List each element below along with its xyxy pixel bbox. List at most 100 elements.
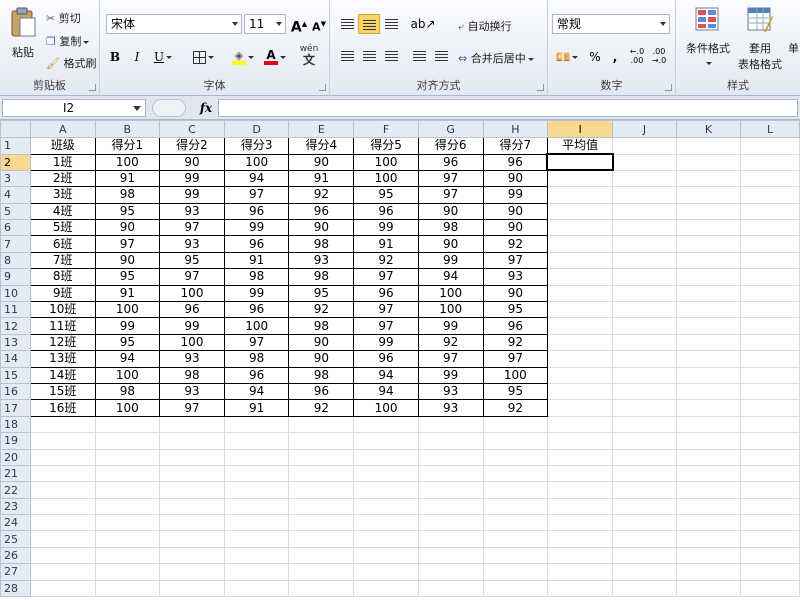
cell-h21[interactable] — [482, 464, 548, 483]
cell-i20[interactable] — [546, 448, 614, 466]
align-bottom-button[interactable] — [380, 14, 402, 34]
cell-g23[interactable] — [417, 497, 484, 516]
cell-j13[interactable] — [612, 333, 677, 352]
cell-d4[interactable]: 97 — [224, 186, 290, 204]
cell-g3[interactable]: 97 — [417, 169, 484, 188]
increase-decimal-button[interactable]: ←.0.00 — [626, 47, 648, 67]
cell-h19[interactable] — [482, 432, 548, 450]
cell-h7[interactable]: 92 — [482, 235, 548, 253]
cell-d15[interactable]: 96 — [224, 366, 290, 384]
cell-h11[interactable]: 95 — [482, 301, 548, 319]
cell-f13[interactable]: 99 — [353, 333, 419, 352]
cell-f7[interactable]: 91 — [353, 235, 419, 253]
cell-e18[interactable] — [288, 415, 355, 434]
cell-d11[interactable]: 96 — [224, 301, 290, 319]
cell-b4[interactable]: 98 — [94, 186, 160, 204]
cell-k26[interactable] — [675, 546, 742, 565]
cell-e14[interactable]: 90 — [288, 350, 355, 368]
cell-i22[interactable] — [546, 481, 614, 499]
cell-g19[interactable] — [417, 432, 484, 450]
cell-f22[interactable] — [353, 481, 419, 499]
cell-k19[interactable] — [675, 432, 742, 450]
cell-j22[interactable] — [612, 481, 677, 499]
cell-k17[interactable] — [675, 399, 742, 417]
cell-c11[interactable]: 96 — [158, 301, 226, 319]
cell-j28[interactable] — [612, 579, 677, 598]
cell-j19[interactable] — [612, 432, 677, 450]
cell-e3[interactable]: 91 — [288, 169, 355, 188]
select-all-corner[interactable] — [0, 120, 31, 138]
cell-j18[interactable] — [612, 415, 677, 434]
cell-k21[interactable] — [675, 464, 742, 483]
cell-e8[interactable]: 93 — [288, 251, 355, 270]
cell-k1[interactable] — [675, 137, 742, 155]
cell-e2[interactable]: 90 — [288, 153, 355, 171]
row-header-24[interactable]: 24 — [0, 514, 31, 532]
cell-b16[interactable]: 98 — [94, 382, 160, 401]
copy-button[interactable]: ❐ 复制 — [46, 33, 90, 49]
cell-e10[interactable]: 95 — [288, 284, 355, 303]
cell-k24[interactable] — [675, 514, 742, 532]
cell-c27[interactable] — [158, 563, 226, 581]
cell-b13[interactable]: 95 — [94, 333, 160, 352]
cell-c7[interactable]: 93 — [158, 235, 226, 253]
column-header-d[interactable]: D — [224, 120, 290, 138]
cell-e21[interactable] — [288, 464, 355, 483]
cell-g11[interactable]: 100 — [417, 301, 484, 319]
column-header-i[interactable]: I — [546, 120, 614, 138]
cell-a9[interactable]: 8班 — [29, 268, 96, 286]
cell-k18[interactable] — [675, 415, 742, 434]
cell-a10[interactable]: 9班 — [29, 284, 96, 303]
cell-h18[interactable] — [482, 415, 548, 434]
italic-button[interactable]: I — [126, 47, 148, 67]
cell-l20[interactable] — [740, 448, 800, 466]
cell-g10[interactable]: 100 — [417, 284, 484, 303]
cell-l2[interactable] — [740, 153, 800, 171]
cell-j4[interactable] — [612, 186, 677, 204]
cell-k11[interactable] — [675, 301, 742, 319]
cell-d22[interactable] — [224, 481, 290, 499]
cell-a5[interactable]: 4班 — [29, 202, 96, 221]
cell-d12[interactable]: 100 — [224, 317, 290, 335]
cell-l18[interactable] — [740, 415, 800, 434]
cell-d25[interactable] — [224, 530, 290, 548]
format-as-table-button[interactable]: 套用 表格格式 — [732, 6, 788, 72]
cell-h6[interactable]: 90 — [482, 219, 548, 237]
cell-d8[interactable]: 91 — [224, 251, 290, 270]
cell-a18[interactable] — [29, 415, 96, 434]
cell-e28[interactable] — [288, 579, 355, 598]
cell-d5[interactable]: 96 — [224, 202, 290, 221]
cell-e27[interactable] — [288, 563, 355, 581]
shrink-font-button[interactable]: A▼ — [308, 14, 330, 34]
cell-i10[interactable] — [546, 284, 614, 303]
cell-j5[interactable] — [612, 202, 677, 221]
cell-e16[interactable]: 96 — [288, 382, 355, 401]
chevron-down-icon[interactable] — [133, 106, 141, 111]
cell-i27[interactable] — [546, 563, 614, 581]
cell-a26[interactable] — [29, 546, 96, 565]
row-header-28[interactable]: 28 — [0, 579, 31, 598]
cell-c17[interactable]: 97 — [158, 399, 226, 417]
row-header-7[interactable]: 7 — [0, 235, 31, 253]
cell-a1[interactable]: 班级 — [29, 137, 96, 155]
cell-f21[interactable] — [353, 464, 419, 483]
formula-input[interactable] — [218, 99, 798, 117]
cell-g24[interactable] — [417, 514, 484, 532]
cell-l1[interactable] — [740, 137, 800, 155]
row-header-11[interactable]: 11 — [0, 301, 31, 319]
cell-c25[interactable] — [158, 530, 226, 548]
cell-l17[interactable] — [740, 399, 800, 417]
cell-e9[interactable]: 98 — [288, 268, 355, 286]
cell-a2[interactable]: 1班 — [29, 153, 96, 171]
row-header-2[interactable]: 2 — [0, 153, 31, 171]
cell-i3[interactable] — [546, 169, 614, 188]
cell-i13[interactable] — [546, 333, 614, 352]
cell-k2[interactable] — [675, 153, 742, 171]
cell-i11[interactable] — [546, 301, 614, 319]
cell-j2[interactable] — [612, 153, 677, 171]
cell-i4[interactable] — [546, 186, 614, 204]
cell-c20[interactable] — [158, 448, 226, 466]
cell-l6[interactable] — [740, 219, 800, 237]
cell-g26[interactable] — [417, 546, 484, 565]
cell-f23[interactable] — [353, 497, 419, 516]
